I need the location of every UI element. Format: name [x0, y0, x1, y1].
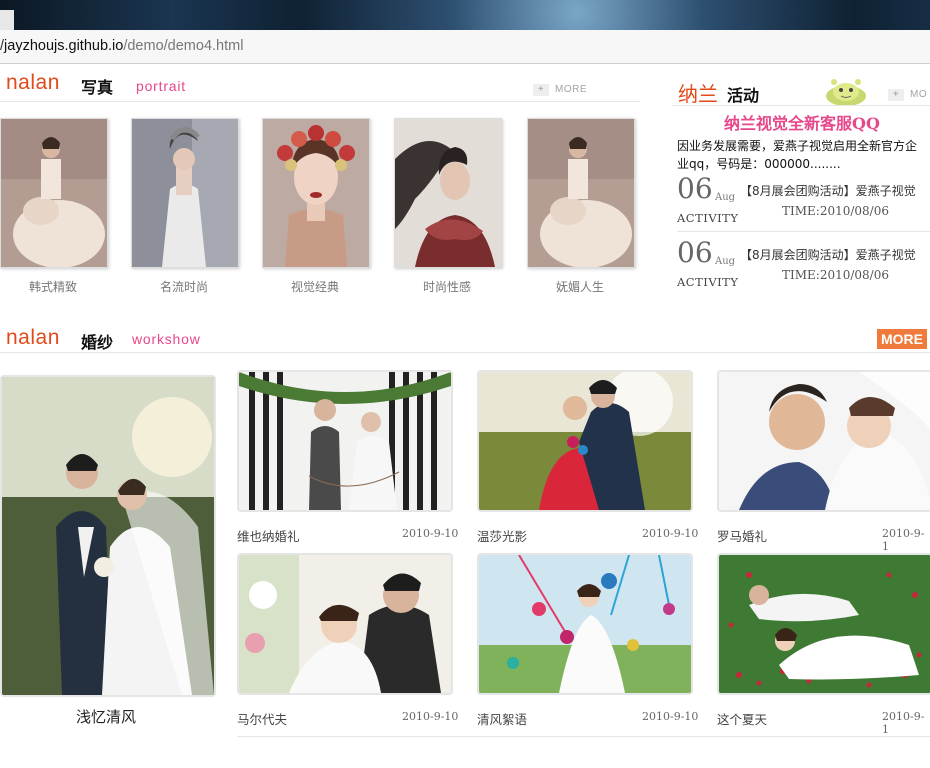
activity-intro: 因业务发展需要，爱燕子视觉启用全新官方企业qq，号码是：000000......… — [677, 139, 918, 171]
wedding-divider — [0, 352, 930, 353]
wedding-more-button[interactable]: MORE — [877, 329, 927, 349]
activity-more-link[interactable]: + MO — [888, 89, 927, 101]
wedding-card-6-date: 2010-9-1 — [882, 710, 925, 736]
featured-photo-image — [2, 377, 214, 695]
featured-wedding-photo[interactable] — [0, 375, 216, 697]
url-text[interactable]: /jayzhoujs.github.io/demo/demo4.html — [0, 38, 400, 56]
footer-divider — [237, 736, 930, 737]
wedding-card-3-image[interactable] — [717, 370, 930, 512]
activity-month-2: Aug — [715, 256, 736, 267]
activity-title-2[interactable]: 【8月展会团购活动】爱燕子视觉 — [740, 246, 930, 263]
portrait-thumb-4[interactable] — [394, 118, 502, 268]
activity-more-label: MO — [910, 89, 928, 100]
portrait-photo-3 — [263, 119, 369, 267]
portrait-subtitle: portrait — [136, 78, 186, 94]
activity-title: 活动 — [727, 86, 760, 105]
wedding-card-1-image[interactable] — [237, 370, 453, 512]
wedding-card-3-date: 2010-9-1 — [882, 527, 925, 553]
portrait-caption-3: 视觉经典 — [290, 280, 339, 294]
activity-month-1: Aug — [715, 192, 736, 203]
wedding-card-2-title[interactable]: 温莎光影 — [477, 526, 527, 545]
portrait-photo-2 — [132, 119, 238, 267]
wedding-logo[interactable]: nalan — [6, 326, 60, 350]
activity-time-2: TIME:2010/08/06 — [782, 268, 889, 282]
browser-tab[interactable] — [0, 10, 14, 30]
activity-time-1: TIME:2010/08/06 — [782, 204, 889, 218]
activity-label-2: ACTIVITY — [677, 275, 739, 289]
portrait-photo-1 — [1, 119, 107, 267]
wedding-card-2-image[interactable] — [477, 370, 693, 512]
wedding-card-1-title[interactable]: 维也纳婚礼 — [237, 526, 300, 545]
activity-label-1: ACTIVITY — [677, 211, 739, 225]
portrait-thumb-5[interactable] — [527, 118, 635, 268]
wedding-card-5-title[interactable]: 清风絮语 — [477, 709, 527, 728]
url-host: jayzhoujs.github.io — [4, 38, 124, 54]
plus-icon: + — [888, 89, 904, 101]
portrait-divider — [0, 101, 640, 102]
wedding-card-6-image[interactable] — [717, 553, 930, 695]
activity-entry-divider — [677, 231, 930, 232]
activity-divider — [672, 105, 930, 106]
plus-icon: + — [533, 84, 549, 96]
portrait-photo-5 — [528, 119, 634, 267]
portrait-more-link[interactable]: + MORE — [533, 84, 587, 96]
portrait-thumb-2[interactable] — [131, 118, 239, 268]
portrait-caption-1: 韩式精致 — [28, 280, 77, 294]
activity-title-1[interactable]: 【8月展会团购活动】爱燕子视觉 — [740, 182, 930, 199]
wedding-card-4-date: 2010-9-10 — [402, 710, 459, 723]
wedding-card-4-image[interactable] — [237, 553, 453, 695]
portrait-more-label: MORE — [555, 84, 587, 95]
activity-day-1: 06 — [677, 172, 713, 205]
wedding-card-6-title[interactable]: 这个夏天 — [717, 709, 767, 728]
portrait-thumb-1[interactable] — [0, 118, 108, 268]
activity-day-2: 06 — [677, 236, 713, 269]
portrait-photo-4 — [395, 119, 501, 267]
wedding-card-4-title[interactable]: 马尔代夫 — [237, 709, 287, 728]
wedding-card-1-date: 2010-9-10 — [402, 527, 459, 540]
activity-brand: 纳兰 — [678, 82, 718, 106]
wedding-card-5-date: 2010-9-10 — [642, 710, 699, 723]
wedding-card-5-image[interactable] — [477, 553, 693, 695]
wedding-card-3-title[interactable]: 罗马婚礼 — [717, 526, 767, 545]
portrait-thumb-3[interactable] — [262, 118, 370, 268]
portrait-logo[interactable]: nalan — [6, 71, 60, 95]
activity-headline[interactable]: 纳兰视觉全新客服QQ — [724, 110, 880, 134]
featured-caption[interactable]: 浅忆清风 — [0, 706, 212, 727]
wedding-title: 婚纱 — [81, 333, 114, 352]
mascot-icon — [823, 78, 869, 106]
wedding-card-2-date: 2010-9-10 — [642, 527, 699, 540]
wedding-subtitle: workshow — [132, 331, 201, 347]
browser-tab-strip — [0, 0, 930, 30]
url-path: /demo/demo4.html — [123, 38, 244, 54]
portrait-caption-2: 名流时尚 — [159, 280, 208, 294]
portrait-title: 写真 — [81, 78, 114, 97]
portrait-caption-5: 妩媚人生 — [555, 280, 604, 294]
portrait-caption-4: 时尚性感 — [422, 280, 471, 294]
